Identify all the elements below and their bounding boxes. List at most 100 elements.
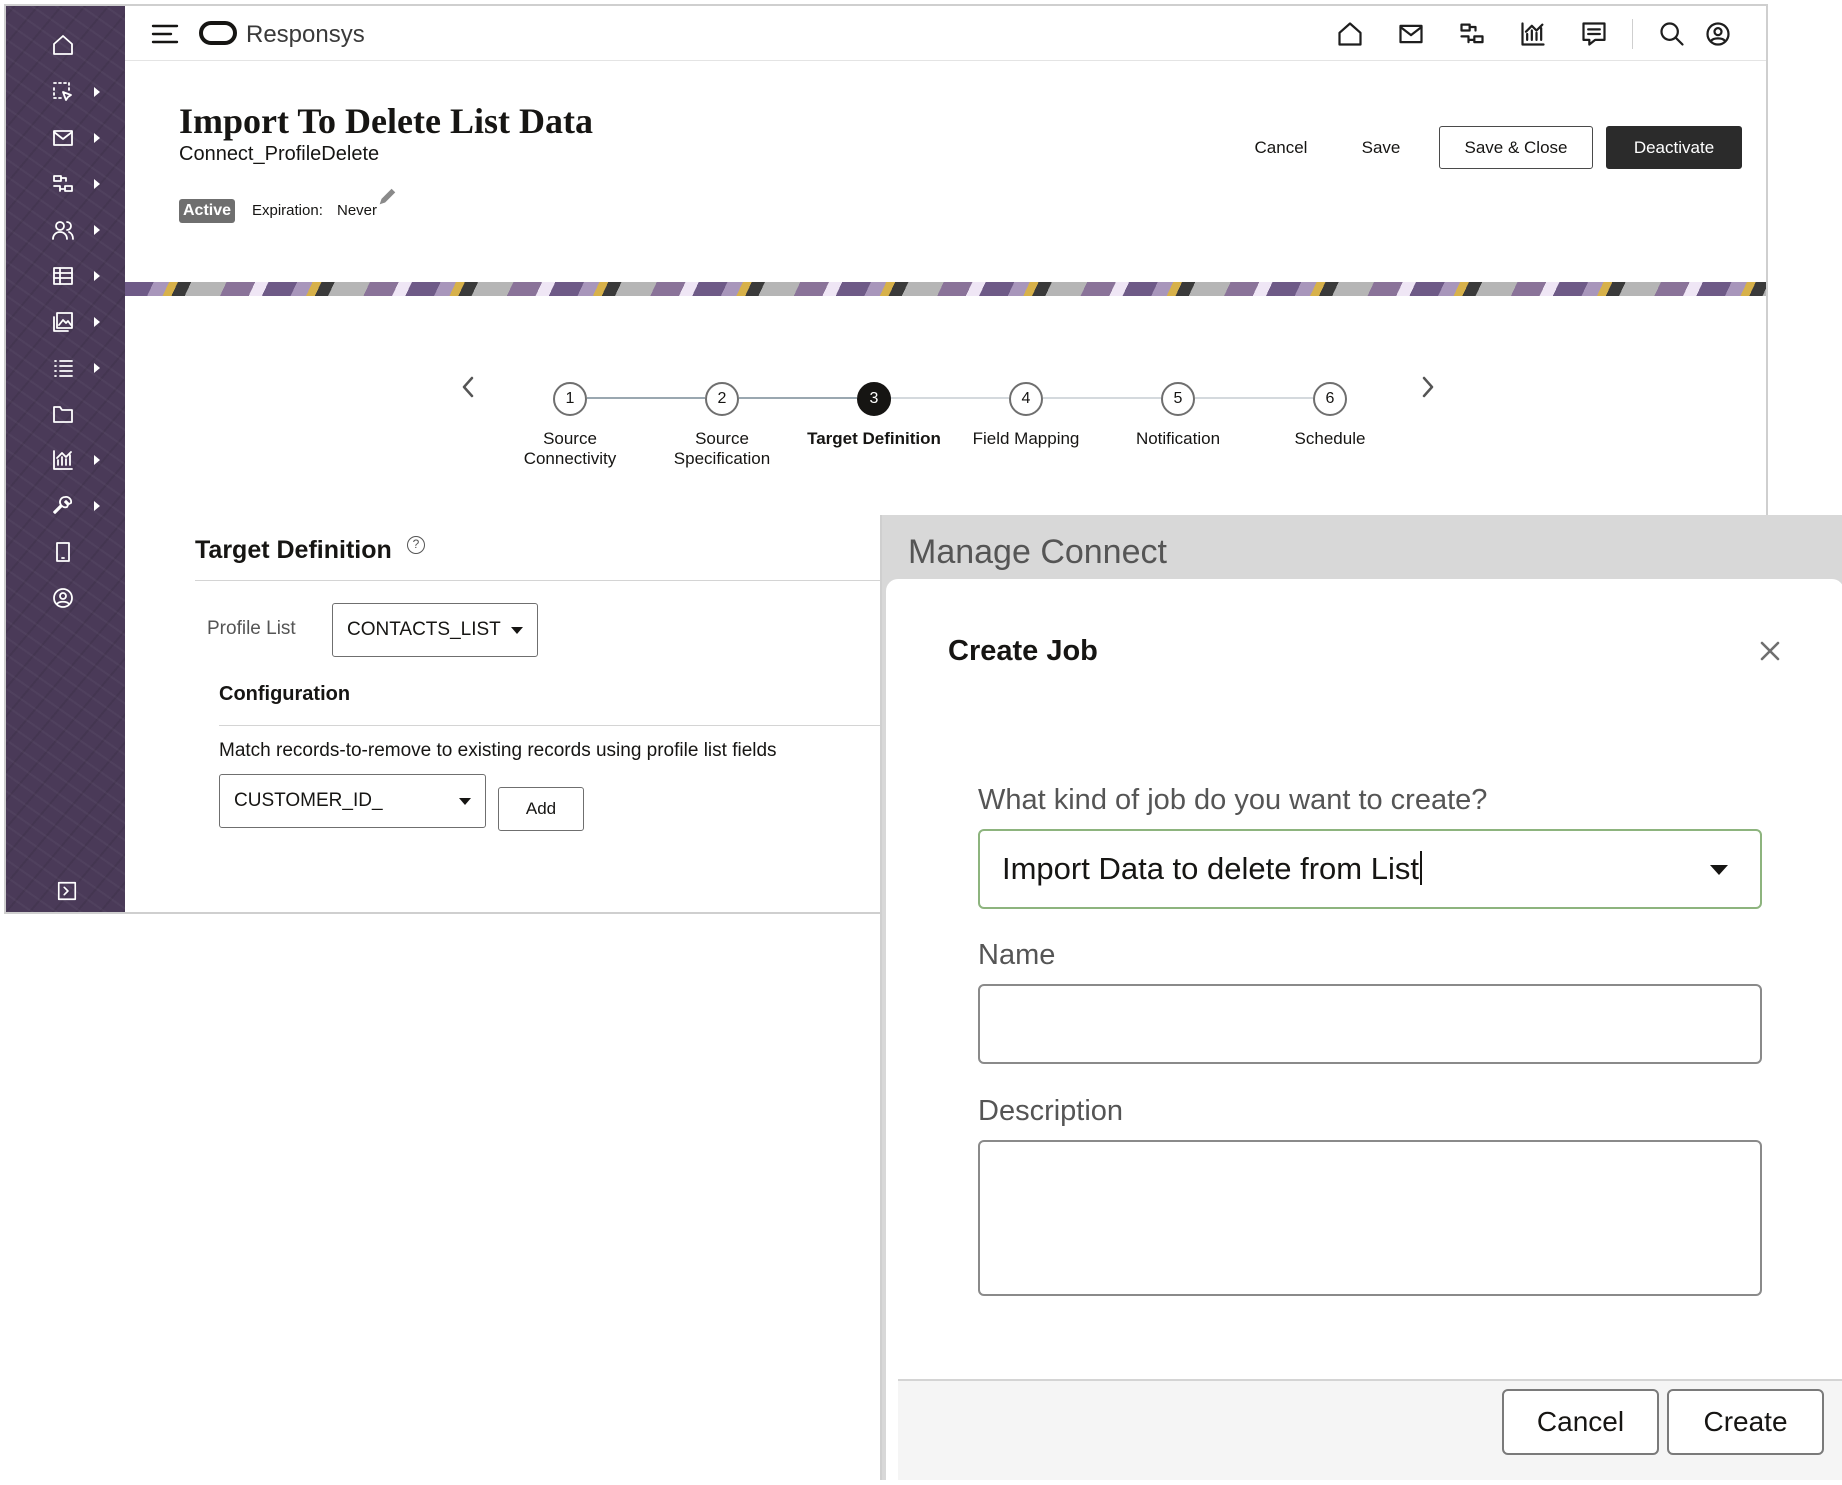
- sidebar-item-email[interactable]: [6, 118, 125, 158]
- expiration-label: Expiration:: [252, 202, 323, 219]
- section-title: Target Definition: [195, 536, 392, 564]
- sidebar-item-lists[interactable]: [6, 348, 125, 388]
- user-icon[interactable]: [1702, 18, 1734, 50]
- collapse-sidebar-icon[interactable]: [56, 880, 78, 902]
- home-icon: [50, 32, 76, 58]
- expand-arrow-icon: [94, 317, 100, 327]
- match-field-select[interactable]: CUSTOMER_ID_: [219, 774, 486, 828]
- expand-arrow-icon: [94, 271, 100, 281]
- expand-arrow-icon: [94, 87, 100, 97]
- sidebar-item-account[interactable]: [6, 578, 125, 618]
- sidebar-item-folders[interactable]: [6, 394, 125, 434]
- save-close-button[interactable]: Save & Close: [1439, 126, 1593, 169]
- expand-arrow-icon: [94, 363, 100, 373]
- chevron-down-icon: [459, 798, 471, 805]
- step-1-marker[interactable]: 1: [553, 382, 587, 416]
- step-6-marker[interactable]: 6: [1313, 382, 1347, 416]
- oracle-logo: [199, 21, 237, 45]
- step-connector: [1043, 397, 1161, 399]
- sidebar-item-analytics[interactable]: [6, 440, 125, 480]
- status-badge: Active: [179, 199, 236, 223]
- analytics-icon[interactable]: [1517, 18, 1549, 50]
- expand-arrow-icon: [94, 179, 100, 189]
- profile-list-label: Profile List: [207, 618, 296, 639]
- step-6-label[interactable]: Schedule: [1250, 429, 1410, 449]
- screen: Responsys Import To Delete List Data Con…: [0, 0, 1842, 1485]
- mail-icon[interactable]: [1395, 18, 1427, 50]
- expand-arrow-icon: [94, 225, 100, 235]
- program-icon[interactable]: [1456, 18, 1488, 50]
- panel-title: Manage Connect: [908, 533, 1167, 571]
- page-title: Import To Delete List Data: [179, 101, 593, 141]
- name-input[interactable]: [978, 984, 1762, 1064]
- chat-icon[interactable]: [1578, 18, 1610, 50]
- decorative-banner: [125, 282, 1766, 296]
- expand-arrow-icon: [94, 455, 100, 465]
- expiration-value: Never: [337, 202, 378, 219]
- top-bar: Responsys: [125, 6, 1766, 61]
- sidebar-item-home[interactable]: [6, 25, 125, 65]
- dialog-cancel-button[interactable]: Cancel: [1502, 1389, 1659, 1455]
- step-connector: [1195, 397, 1313, 399]
- next-step-icon[interactable]: [1418, 374, 1438, 400]
- pencil-icon[interactable]: [376, 186, 398, 208]
- folder-icon: [50, 401, 76, 427]
- deactivate-button[interactable]: Deactivate: [1606, 126, 1742, 169]
- menu-icon[interactable]: [151, 22, 179, 46]
- step-3-label[interactable]: Target Definition: [794, 429, 954, 449]
- step-2-marker[interactable]: 2: [705, 382, 739, 416]
- add-button[interactable]: Add: [498, 787, 584, 831]
- step-connector: [739, 397, 857, 399]
- step-4-marker[interactable]: 4: [1009, 382, 1043, 416]
- step-1-label[interactable]: Source Connectivity: [490, 429, 650, 469]
- profile-list-select[interactable]: CONTACTS_LIST: [332, 603, 538, 657]
- create-button[interactable]: Create: [1667, 1389, 1824, 1455]
- step-connector: [587, 397, 705, 399]
- sidebar-item-select[interactable]: [6, 72, 125, 112]
- step-4-label[interactable]: Field Mapping: [946, 429, 1106, 449]
- match-field-value: CUSTOMER_ID_: [234, 790, 383, 811]
- search-icon[interactable]: [1656, 18, 1688, 50]
- chevron-down-icon: [511, 627, 523, 634]
- step-2-label[interactable]: Source Specification: [642, 429, 802, 469]
- sidebar-item-programs[interactable]: [6, 164, 125, 204]
- program-icon: [50, 171, 76, 197]
- configuration-title: Configuration: [219, 683, 351, 705]
- brand-name: Responsys: [246, 21, 365, 48]
- previous-step-icon[interactable]: [458, 374, 478, 400]
- sidebar-item-data[interactable]: [6, 256, 125, 296]
- select-icon: [50, 79, 76, 105]
- sidebar-item-settings[interactable]: [6, 486, 125, 526]
- audience-icon: [50, 217, 76, 243]
- sidebar-item-content[interactable]: [6, 302, 125, 342]
- match-description: Match records-to-remove to existing reco…: [219, 740, 777, 761]
- job-kind-value: Import Data to delete from List: [1002, 851, 1422, 887]
- toolbar-divider: [1632, 19, 1633, 49]
- page-subtitle: Connect_ProfileDelete: [179, 143, 380, 165]
- step-5-marker[interactable]: 5: [1161, 382, 1195, 416]
- account-icon: [50, 585, 76, 611]
- help-icon[interactable]: ?: [407, 536, 425, 554]
- close-icon[interactable]: [1756, 637, 1784, 665]
- table-icon: [50, 263, 76, 289]
- divider: [195, 580, 915, 581]
- home-icon[interactable]: [1334, 18, 1366, 50]
- mail-icon: [50, 125, 76, 151]
- step-3-marker[interactable]: 3: [857, 382, 891, 416]
- description-textarea[interactable]: [978, 1140, 1762, 1296]
- step-connector: [891, 397, 1009, 399]
- create-job-dialog: Create Job What kind of job do you want …: [886, 579, 1842, 1480]
- profile-list-value: CONTACTS_LIST: [347, 619, 501, 640]
- job-kind-select[interactable]: Import Data to delete from List: [978, 829, 1762, 909]
- analytics-icon: [50, 447, 76, 473]
- expand-arrow-icon: [94, 133, 100, 143]
- divider: [219, 725, 919, 726]
- manage-connect-panel: Manage Connect Create Job What kind of j…: [880, 515, 1842, 1480]
- save-button[interactable]: Save: [1341, 126, 1421, 169]
- sidebar-item-mobile[interactable]: [6, 532, 125, 572]
- dialog-title: Create Job: [948, 635, 1098, 667]
- sidebar-item-audience[interactable]: [6, 210, 125, 250]
- step-5-label[interactable]: Notification: [1098, 429, 1258, 449]
- description-label: Description: [978, 1095, 1124, 1127]
- cancel-button[interactable]: Cancel: [1231, 126, 1331, 169]
